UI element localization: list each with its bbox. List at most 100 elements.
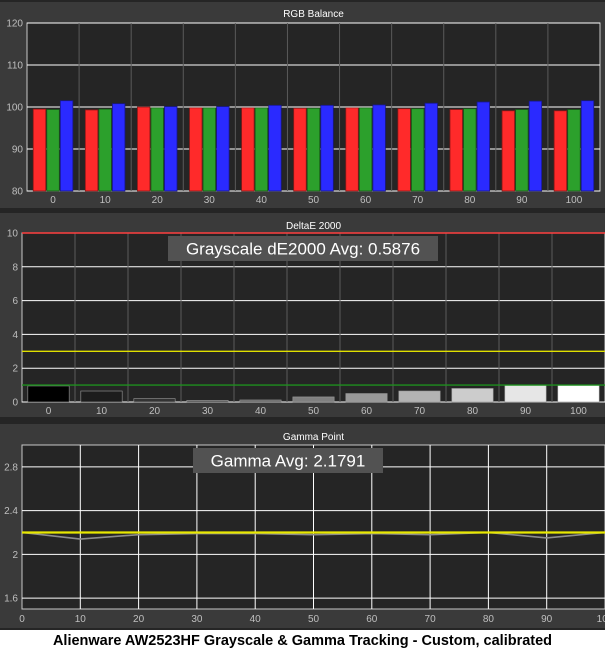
bar: [268, 104, 282, 192]
x-tick-label: 100: [597, 614, 605, 625]
bar: [501, 110, 515, 192]
bar: [189, 107, 203, 192]
bar: [98, 108, 112, 192]
bar: [553, 110, 568, 192]
bar: [358, 107, 373, 192]
y-tick-label: 0: [12, 398, 18, 409]
bar: [241, 107, 255, 192]
bar: [397, 108, 411, 192]
x-tick-label: 10: [75, 614, 87, 625]
bar: [46, 109, 60, 192]
y-tick-label: 8: [12, 262, 18, 273]
y-tick-label: 100: [6, 103, 23, 114]
x-tick-label: 20: [149, 406, 161, 417]
y-tick-label: 80: [12, 187, 24, 198]
x-tick-label: 100: [570, 406, 587, 417]
bar: [293, 107, 307, 192]
y-tick-label: 10: [7, 229, 19, 240]
bar: [320, 104, 334, 192]
bar: [411, 108, 425, 192]
x-tick-label: 20: [133, 614, 145, 625]
x-tick-label: 50: [308, 195, 320, 206]
bar: [306, 107, 321, 192]
y-tick-label: 2.4: [4, 506, 18, 517]
x-tick-label: 30: [202, 406, 214, 417]
x-tick-label: 90: [541, 614, 553, 625]
bar: [528, 100, 543, 192]
x-tick-label: 40: [250, 614, 262, 625]
bar: [476, 101, 490, 192]
bar: [580, 100, 595, 192]
bar: [372, 104, 386, 192]
bar: [84, 109, 99, 192]
x-tick-label: 0: [46, 406, 52, 417]
bar: [186, 400, 229, 403]
bar: [150, 107, 164, 192]
bar: [398, 390, 441, 403]
x-tick-label: 40: [256, 195, 268, 206]
x-tick-label: 80: [464, 195, 476, 206]
x-tick-label: 30: [191, 614, 203, 625]
x-tick-label: 60: [361, 406, 373, 417]
annotation-text: Gamma Avg: 2.1791: [211, 452, 366, 471]
bar: [27, 385, 70, 403]
x-tick-label: 50: [308, 614, 320, 625]
y-tick-label: 6: [12, 296, 18, 307]
chart-title: RGB Balance: [283, 9, 344, 20]
bar: [137, 106, 151, 192]
bar: [216, 106, 230, 192]
y-tick-label: 120: [6, 19, 23, 30]
bar: [112, 103, 126, 192]
y-tick-label: 2: [12, 364, 18, 375]
y-tick-label: 90: [12, 145, 24, 156]
bar: [451, 388, 494, 403]
x-tick-label: 80: [467, 406, 479, 417]
bar: [449, 109, 463, 192]
bar: [345, 393, 388, 403]
x-tick-label: 60: [366, 614, 378, 625]
bar: [80, 390, 123, 403]
bar: [59, 100, 74, 192]
bar: [164, 106, 178, 192]
x-tick-label: 0: [50, 195, 56, 206]
x-tick-label: 70: [425, 614, 437, 625]
bar: [133, 398, 176, 403]
bar: [424, 102, 438, 192]
chart-2: DeltaE 200002468100 10 20 30 40 50 60 70 80 90 100…: [0, 213, 605, 417]
bar: [567, 109, 581, 192]
bar: [345, 107, 359, 192]
figure-caption: Alienware AW2523HF Grayscale & Gamma Tra…: [0, 630, 605, 652]
chart-1: RGB Balance 80 90 100 110 120 0 10 20 30 40 50 60 70 8…: [0, 2, 605, 208]
x-tick-label: 20: [152, 195, 164, 206]
x-tick-label: 70: [414, 406, 426, 417]
chart-title: Gamma Point: [283, 432, 344, 443]
x-tick-label: 10: [100, 195, 112, 206]
bar: [292, 396, 335, 403]
y-tick-label: 1.6: [4, 594, 18, 605]
y-tick-label: 2.8: [4, 462, 18, 473]
bar: [557, 384, 600, 403]
x-tick-label: 40: [255, 406, 267, 417]
y-tick-label: 110: [7, 61, 23, 72]
x-tick-label: 70: [412, 195, 424, 206]
x-tick-label: 50: [308, 406, 320, 417]
x-tick-label: 100: [566, 195, 583, 206]
bar: [32, 108, 47, 192]
annotation-text: Grayscale dE2000 Avg: 0.5876: [186, 240, 420, 259]
chart-figure: RGB Balance 80 90 100 110 120 0 10 20 30 40 50 60 70 8…: [0, 0, 605, 630]
x-tick-label: 0: [19, 614, 25, 625]
x-tick-label: 90: [516, 195, 528, 206]
y-tick-label: 2: [12, 550, 18, 561]
x-tick-label: 80: [483, 614, 495, 625]
charts-svg: RGB Balance80901001101200 10 20 30 40 50 60 70 8…: [0, 2, 605, 628]
x-tick-label: 10: [96, 406, 108, 417]
bar: [463, 108, 477, 192]
chart-3: Gamma Point 1.6 2 2.4 2.8 0 10 20 30 40 50 60 70 80 90…: [0, 424, 605, 628]
bar: [515, 109, 529, 192]
bar: [239, 399, 282, 403]
bar: [202, 107, 216, 192]
x-tick-label: 30: [204, 195, 216, 206]
x-tick-label: 90: [520, 406, 532, 417]
chart-title: DeltaE 2000: [286, 221, 341, 232]
bar: [254, 107, 269, 192]
